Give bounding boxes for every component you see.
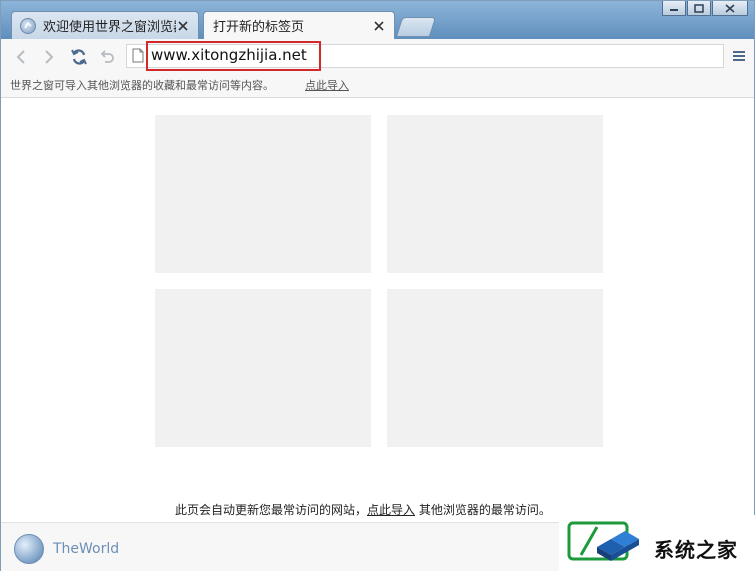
maximize-icon: [694, 3, 704, 13]
window-close-button[interactable]: [712, 1, 748, 16]
speed-dial-tile[interactable]: [155, 115, 371, 273]
undo-close-button[interactable]: [97, 47, 117, 67]
back-icon: [16, 50, 25, 64]
close-icon[interactable]: [176, 19, 190, 33]
undo-icon: [100, 50, 114, 63]
close-icon[interactable]: [372, 19, 386, 33]
minimize-icon: [670, 9, 678, 11]
globe-icon: [20, 17, 36, 34]
speed-dial-tile[interactable]: [155, 289, 371, 447]
speed-dial-footer: 此页会自动更新您最常访问的网站，点此导入 其他浏览器的最常访问。: [175, 501, 551, 518]
minimize-button[interactable]: [662, 1, 686, 16]
tab-strip: 欢迎使用世界之窗浏览器 打开新的标签页: [1, 1, 754, 39]
tab-label: 欢迎使用世界之窗浏览器: [43, 20, 176, 35]
close-icon: [725, 3, 735, 13]
import-link[interactable]: 点此导入: [305, 77, 349, 93]
watermark-logo-icon: [567, 521, 639, 561]
refresh-button[interactable]: [69, 47, 89, 67]
window-controls: [661, 1, 748, 16]
watermark-text: 系统之家: [654, 538, 738, 562]
back-button[interactable]: [11, 47, 31, 67]
brand-name: TheWorld: [53, 541, 120, 557]
footer-import-link[interactable]: 点此导入: [367, 503, 415, 517]
watermark: 系统之家: [559, 515, 755, 571]
tab-label: 打开新的标签页: [213, 20, 305, 35]
footer-text-before: 此页会自动更新您最常访问的网站，: [175, 503, 368, 517]
url-text[interactable]: www.xitongzhijia.net: [151, 46, 307, 64]
import-message: 世界之窗可导入其他浏览器的收藏和最常访问等内容。: [10, 79, 274, 92]
forward-button[interactable]: [39, 47, 59, 67]
speed-dial-tile[interactable]: [387, 289, 603, 447]
refresh-icon: [71, 49, 87, 65]
footer-text-after: 其他浏览器的最常访问。: [415, 503, 551, 517]
tab-new-tab[interactable]: 打开新的标签页: [203, 11, 395, 39]
new-tab-button[interactable]: [395, 17, 437, 37]
maximize-button[interactable]: [687, 1, 711, 16]
import-bar: 世界之窗可导入其他浏览器的收藏和最常访问等内容。 点此导入: [1, 73, 754, 98]
speed-dial-tile[interactable]: [387, 115, 603, 273]
forward-icon: [45, 50, 54, 64]
menu-icon[interactable]: [732, 49, 746, 63]
tab-welcome[interactable]: 欢迎使用世界之窗浏览器: [11, 11, 199, 39]
browser-window: 欢迎使用世界之窗浏览器 打开新的标签页 www.xitongzhijia.net…: [0, 0, 755, 571]
page-icon: [132, 48, 144, 63]
toolbar: www.xitongzhijia.net: [1, 39, 754, 73]
theworld-logo-icon: [14, 534, 44, 564]
